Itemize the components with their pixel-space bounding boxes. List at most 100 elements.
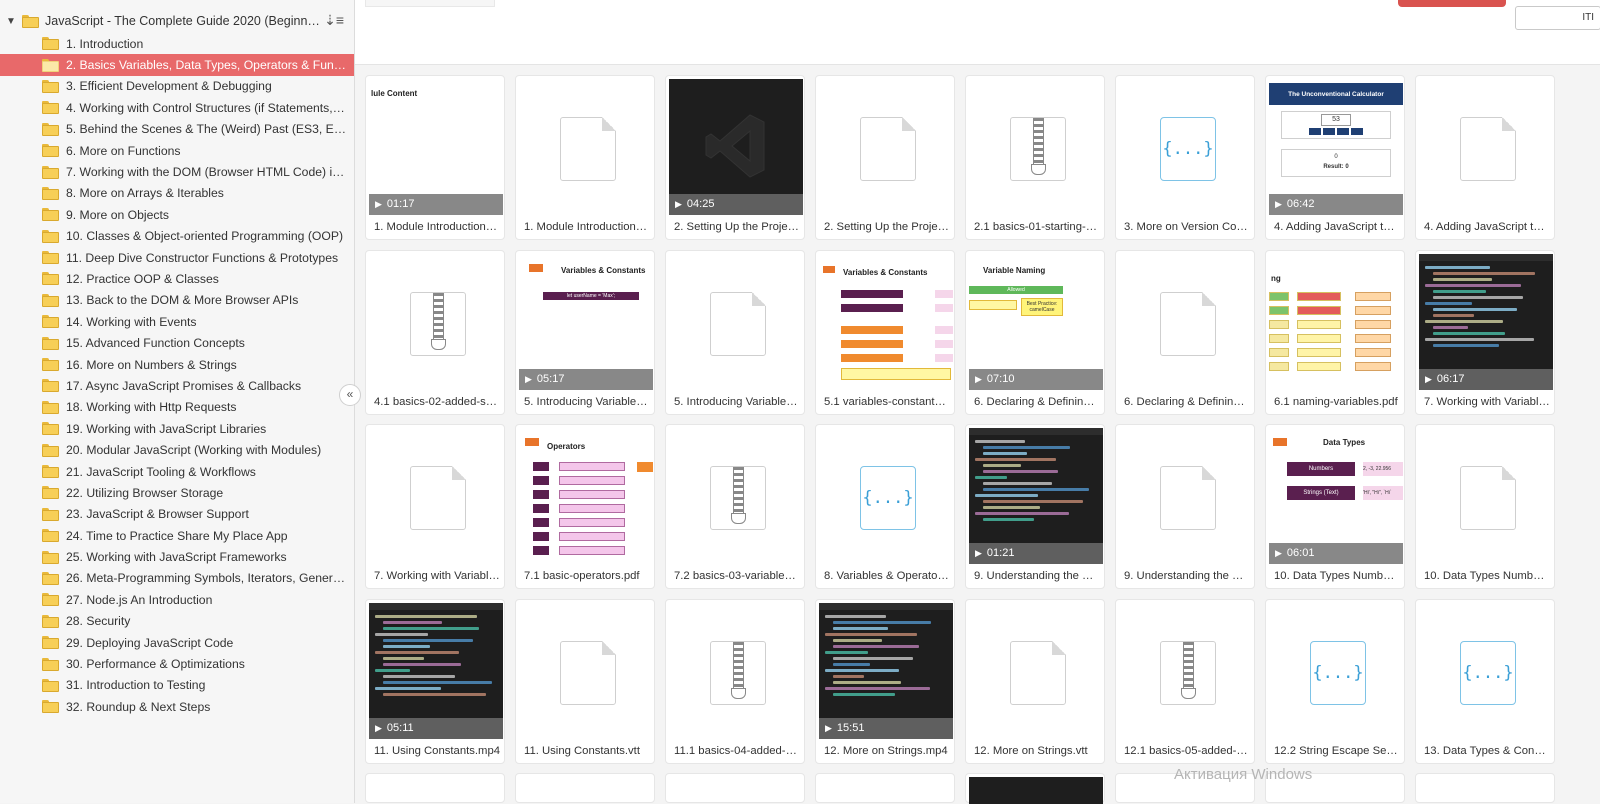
sidebar-folder-item[interactable]: 2. Basics Variables, Data Types, Operato… xyxy=(0,54,354,76)
file-card[interactable] xyxy=(515,773,655,803)
file-card[interactable]: Operators 7.1 basic-operators.pdf xyxy=(515,424,655,589)
sidebar-folder-item[interactable]: 24. Time to Practice Share My Place App xyxy=(0,525,354,546)
folder-icon xyxy=(42,400,59,414)
sidebar-folder-item[interactable]: 8. More on Arrays & Iterables xyxy=(0,183,354,204)
file-card[interactable] xyxy=(1265,773,1405,803)
file-card[interactable]: ▶ 01:21 9. Understanding the Starting Code… xyxy=(965,424,1105,589)
sidebar-folder-item[interactable]: 29. Deploying JavaScript Code xyxy=(0,632,354,653)
tree-root-row[interactable]: ▼ JavaScript - The Complete Guide 2020 (… xyxy=(0,10,354,32)
sidebar-folder-item[interactable]: 14. Working with Events xyxy=(0,311,354,332)
sidebar-folder-item[interactable]: 30. Performance & Optimizations xyxy=(0,653,354,674)
file-card[interactable]: 1. Module Introduction.vtt xyxy=(515,75,655,240)
sidebar-folder-item[interactable]: 11. Deep Dive Constructor Functions & Pr… xyxy=(0,247,354,268)
sidebar-folder-item[interactable]: 7. Working with the DOM (Browser HTML Co… xyxy=(0,161,354,182)
file-card[interactable]: Variables & Constants 5.1 variables-const… xyxy=(815,250,955,415)
file-card[interactable]: 9. Understanding the Starting Code.vtt xyxy=(1115,424,1255,589)
sidebar-folder-item[interactable]: 1. Introduction xyxy=(0,33,354,54)
file-card[interactable]: 10. Data Types Numbers & Strings (Text).… xyxy=(1415,424,1555,589)
sidebar-folder-item[interactable]: 32. Roundup & Next Steps xyxy=(0,696,354,717)
slide-shape xyxy=(841,326,903,334)
editor-tab-bar xyxy=(969,428,1103,435)
sidebar-folder-item[interactable]: 18. Working with Http Requests xyxy=(0,397,354,418)
file-card[interactable]: ▶ 05:11 11. Using Constants.mp4 xyxy=(365,599,505,764)
sidebar-folder-item[interactable]: 4. Working with Control Structures (if S… xyxy=(0,97,354,118)
toolbar-tab[interactable] xyxy=(365,0,495,7)
sidebar-folder-item[interactable]: 19. Working with JavaScript Libraries xyxy=(0,418,354,439)
sidebar-folder-item[interactable]: 3. Efficient Development & Debugging xyxy=(0,76,354,97)
file-name-label: 12.2 String Escape Sequences.json xyxy=(1274,745,1400,757)
file-card[interactable]: Data Types Numbers 2, -3, 22.956 Strings (T… xyxy=(1265,424,1405,589)
sidebar-folder-item[interactable]: 10. Classes & Object-oriented Programmin… xyxy=(0,226,354,247)
duration-bar: ▶ 05:11 xyxy=(369,718,503,739)
file-card[interactable]: 2.1 basics-01-starting-project.zip xyxy=(965,75,1105,240)
file-card[interactable]: ▶ 06:17 7. Working with Variables & Operat… xyxy=(1415,250,1555,415)
code-line xyxy=(1433,278,1492,281)
toolbar-red-button[interactable] xyxy=(1398,0,1506,7)
sidebar-folder-item[interactable]: 28. Security xyxy=(0,611,354,632)
sort-icon[interactable]: ⇣≡ xyxy=(324,12,344,29)
sidebar-folder-item[interactable]: 17. Async JavaScript Promises & Callback… xyxy=(0,375,354,396)
file-card[interactable]: 7.2 basics-03-variables-operators.zip xyxy=(665,424,805,589)
sidebar-folder-item[interactable]: 16. More on Numbers & Strings xyxy=(0,354,354,375)
folder-icon xyxy=(42,315,59,329)
sidebar-folder-item[interactable]: 6. More on Functions xyxy=(0,140,354,161)
play-icon: ▶ xyxy=(375,723,382,733)
file-name-label: 7.1 basic-operators.pdf xyxy=(524,570,640,582)
file-card[interactable]: 4.1 basics-02-added-script.zip xyxy=(365,250,505,415)
file-card[interactable]: {...} 12.2 String Escape Sequences.json xyxy=(1265,599,1405,764)
sidebar-folder-item[interactable]: 15. Advanced Function Concepts xyxy=(0,332,354,353)
file-card[interactable] xyxy=(965,773,1105,804)
folder-label: 1. Introduction xyxy=(66,36,144,51)
expand-caret-icon[interactable]: ▼ xyxy=(6,16,20,27)
sidebar-folder-item[interactable]: 23. JavaScript & Browser Support xyxy=(0,504,354,525)
file-card[interactable]: Variable Naming Allowed Best Practice: cam… xyxy=(965,250,1105,415)
file-card[interactable]: 11. Using Constants.vtt xyxy=(515,599,655,764)
file-card[interactable] xyxy=(1115,773,1255,803)
sidebar-folder-item[interactable]: 26. Meta-Programming Symbols, Iterators,… xyxy=(0,568,354,589)
file-card[interactable] xyxy=(1415,773,1555,803)
file-card[interactable]: {...} 8. Variables & Operators.json xyxy=(815,424,955,589)
sidebar-folder-item[interactable]: 22. Utilizing Browser Storage xyxy=(0,482,354,503)
play-icon: ▶ xyxy=(975,374,982,384)
sidebar-folder-item[interactable]: 20. Modular JavaScript (Working with Mod… xyxy=(0,439,354,460)
file-card[interactable]: 6. Declaring & Defining Variables.vtt xyxy=(1115,250,1255,415)
file-card[interactable] xyxy=(815,773,955,803)
folder-label: 29. Deploying JavaScript Code xyxy=(66,635,234,650)
file-card[interactable] xyxy=(365,773,505,803)
sidebar-folder-item[interactable]: 27. Node.js An Introduction xyxy=(0,589,354,610)
file-card[interactable]: 12. More on Strings.vtt xyxy=(965,599,1105,764)
toolbar-right-button[interactable]: ITI xyxy=(1515,6,1600,30)
sidebar-folder-item[interactable]: 31. Introduction to Testing xyxy=(0,675,354,696)
file-card[interactable]: ▶ 04:25 2. Setting Up the Project.mp4 xyxy=(665,75,805,240)
file-card[interactable]: 2. Setting Up the Project.vtt xyxy=(815,75,955,240)
sidebar-folder-item[interactable]: 25. Working with JavaScript Frameworks xyxy=(0,546,354,567)
sidebar-folder-item[interactable]: 12. Practice OOP & Classes xyxy=(0,268,354,289)
file-thumbnail: ▶ 15:51 xyxy=(819,603,953,739)
collapse-sidebar-button[interactable]: « xyxy=(339,384,361,406)
file-card[interactable]: ▶ 15:51 12. More on Strings.mp4 xyxy=(815,599,955,764)
file-card[interactable]: The Unconventional Calculator 53 0 Result: … xyxy=(1265,75,1405,240)
folder-icon xyxy=(42,358,59,372)
file-card[interactable]: 11.1 basics-04-added-constants.zip xyxy=(665,599,805,764)
zip-archive-icon xyxy=(410,292,466,356)
file-card[interactable]: 5. Introducing Variables & Constants.vtt xyxy=(665,250,805,415)
file-name-label: 3. More on Version Control.json xyxy=(1124,221,1250,233)
file-card[interactable]: 12.1 basics-05-added-strings.zip xyxy=(1115,599,1255,764)
file-card[interactable]: 4. Adding JavaScript to the Website.vtt xyxy=(1415,75,1555,240)
sidebar-folder-item[interactable]: 13. Back to the DOM & More Browser APIs xyxy=(0,290,354,311)
code-line xyxy=(375,633,428,636)
folder-icon xyxy=(42,465,59,478)
file-card[interactable]: Variables & Constants let userName = 'Max… xyxy=(515,250,655,415)
file-card[interactable]: ng 6.1 naming-variables.pdf xyxy=(1265,250,1405,415)
file-card[interactable]: {...} 13. Data Types & Constants.json xyxy=(1415,599,1555,764)
file-card[interactable] xyxy=(665,773,805,803)
file-card[interactable]: lule Content ▶ 01:17 1. Module Introduction… xyxy=(365,75,505,240)
file-thumbnail: lule Content ▶ 01:17 xyxy=(369,79,503,215)
sidebar-folder-item[interactable]: 9. More on Objects xyxy=(0,204,354,225)
sidebar-folder-item[interactable]: 21. JavaScript Tooling & Workflows xyxy=(0,461,354,482)
file-card[interactable]: {...} 3. More on Version Control.json xyxy=(1115,75,1255,240)
code-line xyxy=(983,518,1034,521)
file-name-label: 13. Data Types & Constants.json xyxy=(1424,745,1550,757)
sidebar-folder-item[interactable]: 5. Behind the Scenes & The (Weird) Past … xyxy=(0,119,354,140)
file-card[interactable]: 7. Working with Variables & Operators.vt… xyxy=(365,424,505,589)
